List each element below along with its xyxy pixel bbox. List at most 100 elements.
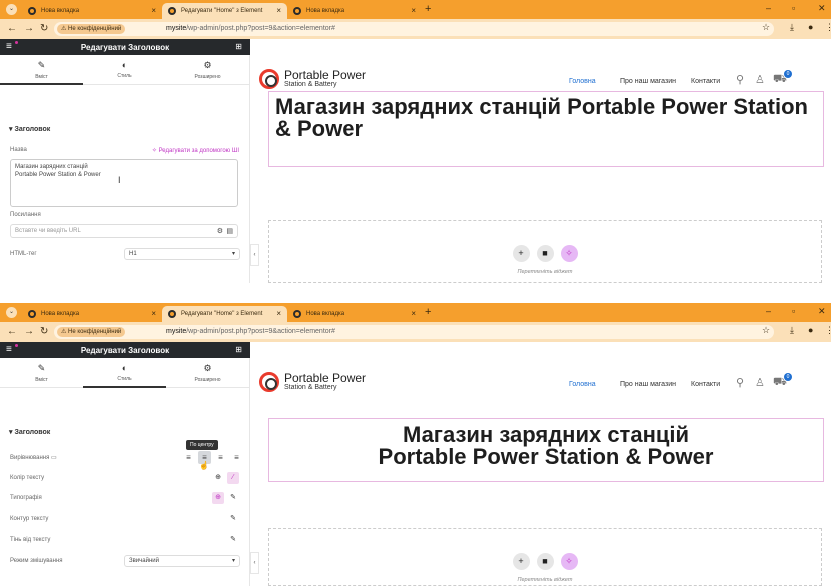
section-toggle-heading[interactable]: ▾ Заголовок <box>9 125 50 133</box>
account-icon[interactable]: ♙ <box>755 73 765 86</box>
menu-kebab-icon[interactable]: ⋮ <box>825 22 831 33</box>
close-tab-icon[interactable]: × <box>411 6 416 15</box>
hand-cursor-icon: ☝ <box>199 461 209 470</box>
url-text[interactable]: mysite/wp-admin/post.php?post=9&action=e… <box>166 24 335 34</box>
panel-collapse-button[interactable]: ‹ <box>250 552 259 574</box>
close-window-button[interactable]: ✕ <box>818 3 826 14</box>
menu-item-about[interactable]: Про наш магазин <box>620 78 676 85</box>
reload-icon[interactable]: ↻ <box>40 23 48 34</box>
text-stroke-edit-icon[interactable]: ✎ <box>227 513 239 525</box>
panel-tabs: ✎ Вміст ◐ Стиль ⚙ Розширено <box>0 358 250 388</box>
address-bar[interactable]: ⚠ Не конфіденційний mysite/wp-admin/post… <box>54 325 774 339</box>
close-window-button[interactable]: ✕ <box>818 306 826 317</box>
panel-header: ≡ Редагувати Заголовок ⊞ <box>0 342 250 358</box>
profile-icon[interactable]: ● <box>808 325 813 335</box>
link-settings-icon[interactable]: ⚙ <box>217 227 223 235</box>
heading-widget[interactable]: Магазин зарядних станцій Portable Power … <box>268 418 824 482</box>
reload-icon[interactable]: ↻ <box>40 326 48 337</box>
template-library-icon[interactable]: ■ <box>536 245 554 262</box>
global-colors-icon[interactable]: ⊕ <box>212 472 224 484</box>
panel-collapse-button[interactable]: ‹ <box>250 244 259 266</box>
menu-item-contacts[interactable]: Контакти <box>691 381 720 388</box>
tab-style[interactable]: ◐ Стиль <box>83 55 166 85</box>
ai-edit-button[interactable]: ✧ Редагувати за допомогою ШІ <box>152 147 239 154</box>
maximize-button[interactable]: ▫ <box>792 3 795 13</box>
back-icon[interactable]: ← <box>7 23 17 34</box>
dynamic-tags-icon[interactable]: ▤ <box>226 227 233 235</box>
search-icon[interactable]: ⚲ <box>736 376 744 389</box>
title-textarea[interactable]: Магазин зарядних станцій Portable Power … <box>10 159 238 207</box>
widgets-grid-icon[interactable]: ⊞ <box>235 345 242 354</box>
account-icon[interactable]: ♙ <box>755 376 765 389</box>
tab-content[interactable]: ✎ Вміст <box>0 55 83 85</box>
close-tab-icon[interactable]: × <box>411 309 416 318</box>
menu-item-about[interactable]: Про наш магазин <box>620 381 676 388</box>
blend-mode-select[interactable]: Звичайний ▾ <box>124 555 240 567</box>
new-tab-button[interactable]: + <box>425 306 431 318</box>
tab-advanced[interactable]: ⚙ Розширено <box>166 358 249 388</box>
download-icon[interactable]: ⤓ <box>790 22 794 33</box>
responsive-device-icon[interactable]: ▭ <box>51 455 57 461</box>
forward-icon[interactable]: → <box>24 23 34 34</box>
link-label: Посилання <box>10 212 41 218</box>
add-section-icon[interactable]: + <box>512 553 530 570</box>
template-library-icon[interactable]: ■ <box>536 553 554 570</box>
menu-kebab-icon[interactable]: ⋮ <box>825 325 831 336</box>
bookmark-star-icon[interactable]: ☆ <box>762 325 770 336</box>
tab-advanced[interactable]: ⚙ Розширено <box>166 55 249 85</box>
close-tab-icon[interactable]: × <box>151 6 156 15</box>
minimize-button[interactable]: – <box>766 306 771 316</box>
global-fonts-icon[interactable]: ⊕ <box>212 492 224 504</box>
ai-sparkle-icon[interactable]: ✧ <box>560 245 578 262</box>
minimize-button[interactable]: – <box>766 3 771 13</box>
align-right-icon[interactable]: ≡ <box>214 451 227 464</box>
insecure-badge[interactable]: ⚠ Не конфіденційний <box>57 24 126 34</box>
bookmark-star-icon[interactable]: ☆ <box>762 22 770 33</box>
download-icon[interactable]: ⤓ <box>790 325 794 336</box>
close-tab-icon[interactable]: × <box>151 309 156 318</box>
widgets-grid-icon[interactable]: ⊞ <box>235 42 242 51</box>
browser-tab-new-2[interactable]: Нова вкладка × <box>287 306 422 322</box>
drop-zone[interactable]: + ■ ✧ Перетягніть віджет <box>268 220 822 283</box>
tab-style[interactable]: ◐ Стиль <box>83 358 166 388</box>
text-cursor-icon: I <box>118 175 121 185</box>
half-circle-icon: ◐ <box>121 60 128 70</box>
typography-label: Типографія <box>10 495 42 501</box>
browser-tab-new-1[interactable]: Нова вкладка × <box>22 306 162 322</box>
tab-search-button[interactable]: ⌄ <box>6 307 17 318</box>
drop-zone[interactable]: + ■ ✧ Перетягніть віджет <box>268 528 822 586</box>
url-text[interactable]: mysite/wp-admin/post.php?post=9&action=e… <box>166 327 335 337</box>
link-input[interactable]: Вставте чи введіть URL ⚙ ▤ <box>10 224 238 238</box>
close-tab-icon[interactable]: × <box>276 6 281 15</box>
tab-search-button[interactable]: ⌄ <box>6 4 17 15</box>
tab-content[interactable]: ✎ Вміст <box>0 358 83 388</box>
menu-item-contacts[interactable]: Контакти <box>691 78 720 85</box>
browser-tab-new-2[interactable]: Нова вкладка × <box>287 3 422 19</box>
maximize-button[interactable]: ▫ <box>792 306 795 316</box>
menu-item-home[interactable]: Головна <box>569 381 596 388</box>
heading-widget[interactable]: Магазин зарядних станцій Portable Power … <box>268 91 824 167</box>
browser-tab-elementor[interactable]: Редагувати "Home" з Element × <box>162 306 287 322</box>
search-icon[interactable]: ⚲ <box>736 73 744 86</box>
text-shadow-edit-icon[interactable]: ✎ <box>227 534 239 546</box>
address-bar[interactable]: ⚠ Не конфіденційний mysite/wp-admin/post… <box>54 22 774 36</box>
color-picker-empty[interactable]: ⁄ <box>227 472 239 484</box>
align-justify-icon[interactable]: ≡ <box>230 451 243 464</box>
ai-sparkle-icon[interactable]: ✧ <box>560 553 578 570</box>
new-tab-button[interactable]: + <box>425 3 431 15</box>
back-icon[interactable]: ← <box>7 326 17 337</box>
browser-tab-new-1[interactable]: Нова вкладка × <box>22 3 162 19</box>
chrome-icon <box>293 7 301 15</box>
section-toggle-heading[interactable]: ▾ Заголовок <box>9 428 50 436</box>
close-tab-icon[interactable]: × <box>276 309 281 318</box>
browser-tab-elementor[interactable]: Редагувати "Home" з Element × <box>162 3 287 19</box>
profile-icon[interactable]: ● <box>808 22 813 32</box>
menu-item-home[interactable]: Головна <box>569 78 596 85</box>
typography-edit-icon[interactable]: ✎ <box>227 492 239 504</box>
forward-icon[interactable]: → <box>24 326 34 337</box>
add-section-icon[interactable]: + <box>512 245 530 262</box>
align-left-icon[interactable]: ≡ <box>182 451 195 464</box>
html-tag-select[interactable]: H1 ▾ <box>124 248 240 260</box>
insecure-badge[interactable]: ⚠ Не конфіденційний <box>57 327 126 337</box>
heading-line-1: Магазин зарядних станцій <box>402 422 690 447</box>
